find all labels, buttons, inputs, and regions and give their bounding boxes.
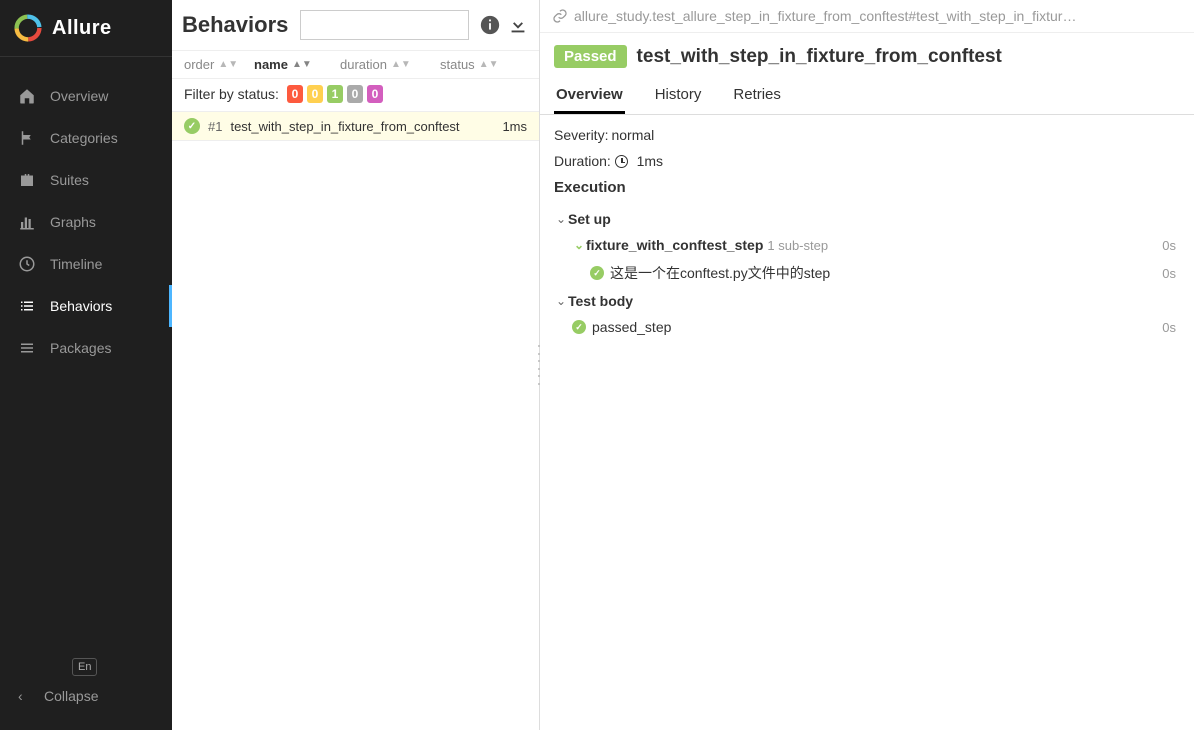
- sidebar-item-timeline[interactable]: Timeline: [0, 243, 172, 285]
- sidebar-item-graphs[interactable]: Graphs: [0, 201, 172, 243]
- setup-sub-step[interactable]: ✓ 这是一个在conftest.py文件中的step 0s: [554, 258, 1180, 288]
- nav-label: Suites: [50, 172, 154, 188]
- flag-icon: [18, 129, 36, 147]
- test-duration: 1ms: [502, 119, 527, 134]
- sort-order[interactable]: order▲▼: [184, 57, 248, 72]
- nav-label: Overview: [50, 88, 154, 104]
- chevron-down-icon: ⌄: [554, 212, 568, 226]
- search-input[interactable]: [300, 10, 469, 40]
- page-title: test_with_step_in_fixture_from_conftest: [637, 46, 1002, 68]
- clock-icon: [615, 155, 628, 168]
- bar-chart-icon: [18, 213, 36, 231]
- clock-icon: [18, 255, 36, 273]
- nav-label: Behaviors: [50, 298, 151, 314]
- filter-passed-badge[interactable]: 1: [327, 85, 343, 103]
- panel-resize-grip[interactable]: [535, 345, 543, 385]
- tab-history[interactable]: History: [653, 78, 704, 114]
- tab-retries[interactable]: Retries: [731, 78, 783, 114]
- test-number: #1: [208, 119, 222, 134]
- behaviors-title: Behaviors: [182, 12, 288, 38]
- tab-overview[interactable]: Overview: [554, 78, 625, 114]
- collapse-button[interactable]: ‹ Collapse: [0, 676, 172, 716]
- info-icon[interactable]: [479, 14, 501, 36]
- title-row: Passed test_with_step_in_fixture_from_co…: [540, 33, 1194, 72]
- sort-row: order▲▼ name▲▼ duration▲▼ status▲▼: [172, 51, 539, 79]
- body-step[interactable]: ✓ passed_step 0s: [554, 314, 1180, 340]
- sort-name[interactable]: name▲▼: [254, 57, 334, 72]
- duration-line: Duration: 1ms: [554, 153, 1180, 169]
- nav-label: Categories: [50, 130, 154, 146]
- collapse-label: Collapse: [44, 688, 98, 704]
- sidebar-item-behaviors[interactable]: Behaviors: [0, 285, 172, 327]
- nav-label: Timeline: [50, 256, 154, 272]
- brand: Allure: [0, 0, 172, 57]
- filter-skipped-badge[interactable]: 0: [347, 85, 363, 103]
- status-passed-icon: ✓: [572, 320, 586, 334]
- setup-header[interactable]: ⌄ Set up: [554, 206, 1180, 232]
- filter-broken-badge[interactable]: 0: [307, 85, 323, 103]
- details: Severity:normal Duration: 1ms Execution …: [540, 115, 1194, 352]
- severity-line: Severity:normal: [554, 127, 1180, 143]
- behaviors-header: Behaviors: [172, 0, 539, 51]
- status-passed-icon: ✓: [590, 266, 604, 280]
- body-header[interactable]: ⌄ Test body: [554, 288, 1180, 314]
- sidebar-item-packages[interactable]: Packages: [0, 327, 172, 369]
- home-icon: [18, 87, 36, 105]
- nav: Overview Categories Suites Graphs Timeli…: [0, 57, 172, 649]
- list-icon: [18, 297, 36, 315]
- sidebar: Allure Overview Categories Suites Graphs: [0, 0, 172, 730]
- test-name: test_with_step_in_fixture_from_conftest: [230, 119, 494, 134]
- test-detail-panel: allure_study.test_allure_step_in_fixture…: [540, 0, 1194, 730]
- download-icon[interactable]: [507, 14, 529, 36]
- detail-tabs: Overview History Retries: [540, 72, 1194, 115]
- language-selector[interactable]: En: [72, 658, 97, 676]
- chevron-down-icon: ⌄: [572, 238, 586, 252]
- sidebar-item-categories[interactable]: Categories: [0, 117, 172, 159]
- filter-row: Filter by status: 0 0 1 0 0: [172, 79, 539, 112]
- sidebar-item-suites[interactable]: Suites: [0, 159, 172, 201]
- sidebar-item-overview[interactable]: Overview: [0, 75, 172, 117]
- test-row[interactable]: ✓ #1 test_with_step_in_fixture_from_conf…: [172, 112, 539, 141]
- layers-icon: [18, 339, 36, 357]
- briefcase-icon: [18, 171, 36, 189]
- link-icon[interactable]: [552, 8, 568, 24]
- nav-label: Packages: [50, 340, 154, 356]
- setup-step[interactable]: ⌄ fixture_with_conftest_step 1 sub-step …: [554, 232, 1180, 258]
- status-badge: Passed: [554, 45, 627, 68]
- chevron-down-icon: ⌄: [554, 294, 568, 308]
- nav-label: Graphs: [50, 214, 154, 230]
- sort-status[interactable]: status▲▼: [440, 57, 510, 72]
- behaviors-panel: Behaviors order▲▼ name▲▼ duration▲▼ stat…: [172, 0, 540, 730]
- brand-name: Allure: [52, 17, 112, 40]
- filter-failed-badge[interactable]: 0: [287, 85, 303, 103]
- status-passed-icon: ✓: [184, 118, 200, 134]
- sidebar-footer: En ‹ Collapse: [0, 649, 172, 730]
- breadcrumb: allure_study.test_allure_step_in_fixture…: [540, 0, 1194, 33]
- chevron-left-icon: ‹: [18, 688, 30, 704]
- filter-unknown-badge[interactable]: 0: [367, 85, 383, 103]
- filter-label: Filter by status:: [184, 86, 279, 102]
- sort-duration[interactable]: duration▲▼: [340, 57, 434, 72]
- execution-header: Execution: [554, 179, 1180, 196]
- breadcrumb-text: allure_study.test_allure_step_in_fixture…: [574, 8, 1076, 24]
- allure-logo-icon: [14, 14, 42, 42]
